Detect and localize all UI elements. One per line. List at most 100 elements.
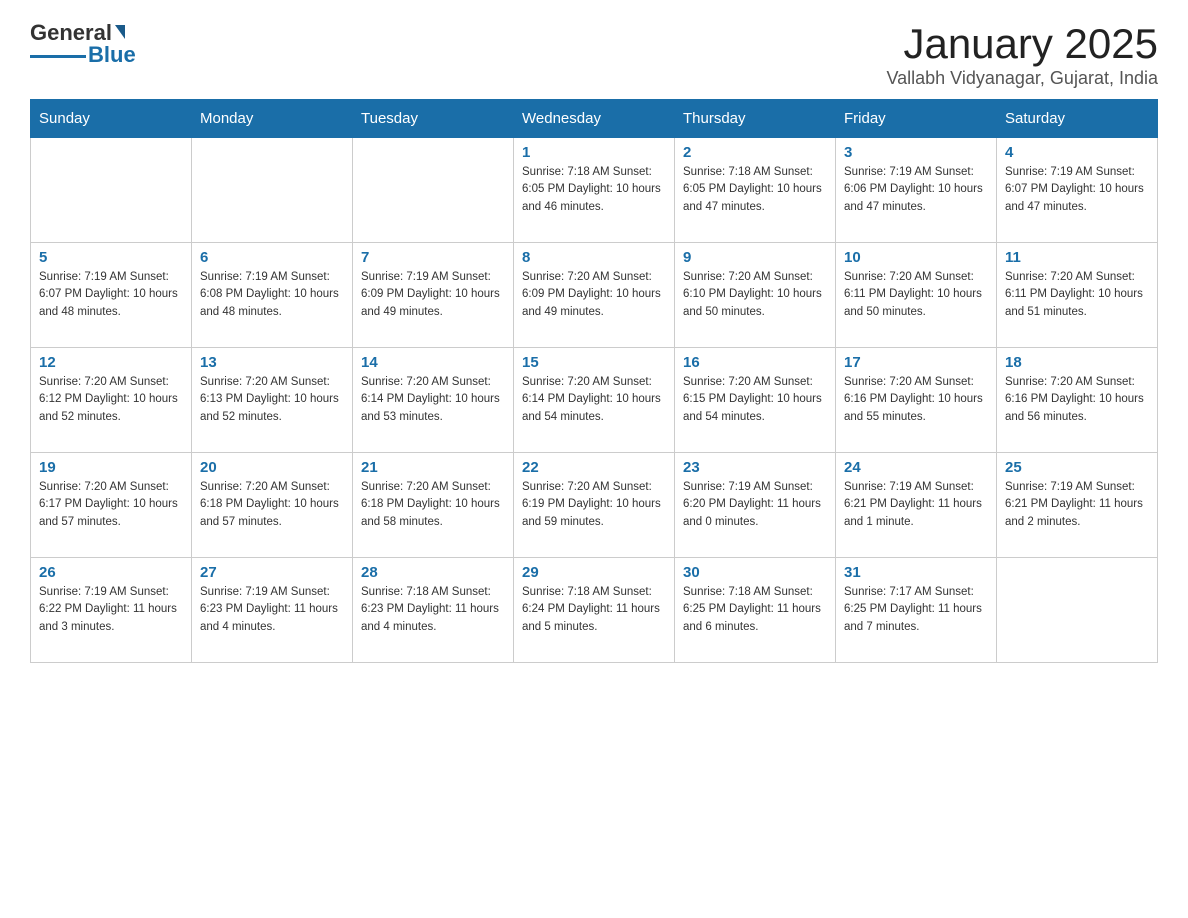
day-number: 17	[844, 354, 988, 371]
calendar-cell: 20 Sunrise: 7:20 AM Sunset: 6:18 PM Dayli…	[192, 453, 353, 558]
day-info: Sunrise: 7:19 AM Sunset: 6:23 PM Dayligh…	[200, 584, 344, 636]
day-number: 5	[39, 249, 183, 266]
day-header-friday: Friday	[836, 100, 997, 138]
day-info: Sunrise: 7:20 AM Sunset: 6:11 PM Dayligh…	[1005, 269, 1149, 321]
day-info: Sunrise: 7:20 AM Sunset: 6:18 PM Dayligh…	[361, 479, 505, 531]
calendar-cell: 11 Sunrise: 7:20 AM Sunset: 6:11 PM Dayli…	[997, 243, 1158, 348]
day-info: Sunrise: 7:20 AM Sunset: 6:13 PM Dayligh…	[200, 374, 344, 426]
day-number: 25	[1005, 459, 1149, 476]
day-number: 6	[200, 249, 344, 266]
day-info: Sunrise: 7:18 AM Sunset: 6:25 PM Dayligh…	[683, 584, 827, 636]
day-header-saturday: Saturday	[997, 100, 1158, 138]
day-info: Sunrise: 7:18 AM Sunset: 6:05 PM Dayligh…	[522, 164, 666, 216]
day-header-monday: Monday	[192, 100, 353, 138]
calendar-cell	[31, 138, 192, 243]
day-number: 2	[683, 144, 827, 161]
calendar-cell: 1 Sunrise: 7:18 AM Sunset: 6:05 PM Daylig…	[514, 138, 675, 243]
calendar-cell: 9 Sunrise: 7:20 AM Sunset: 6:10 PM Daylig…	[675, 243, 836, 348]
day-info: Sunrise: 7:20 AM Sunset: 6:19 PM Dayligh…	[522, 479, 666, 531]
day-info: Sunrise: 7:20 AM Sunset: 6:15 PM Dayligh…	[683, 374, 827, 426]
day-info: Sunrise: 7:20 AM Sunset: 6:14 PM Dayligh…	[361, 374, 505, 426]
calendar-cell: 4 Sunrise: 7:19 AM Sunset: 6:07 PM Daylig…	[997, 138, 1158, 243]
logo: General Blue	[30, 20, 136, 68]
day-number: 3	[844, 144, 988, 161]
day-info: Sunrise: 7:19 AM Sunset: 6:22 PM Dayligh…	[39, 584, 183, 636]
page-header: General Blue January 2025 Vallabh Vidyan…	[30, 20, 1158, 89]
calendar-week-row: 19 Sunrise: 7:20 AM Sunset: 6:17 PM Dayli…	[31, 453, 1158, 558]
day-info: Sunrise: 7:18 AM Sunset: 6:24 PM Dayligh…	[522, 584, 666, 636]
day-info: Sunrise: 7:20 AM Sunset: 6:12 PM Dayligh…	[39, 374, 183, 426]
calendar-cell: 15Sunrise: 7:20 AM Sunset: 6:14 PM Dayli…	[514, 348, 675, 453]
day-info: Sunrise: 7:19 AM Sunset: 6:20 PM Dayligh…	[683, 479, 827, 531]
day-number: 29	[522, 564, 666, 581]
day-header-sunday: Sunday	[31, 100, 192, 138]
day-header-tuesday: Tuesday	[353, 100, 514, 138]
calendar-cell: 28 Sunrise: 7:18 AM Sunset: 6:23 PM Dayli…	[353, 558, 514, 663]
day-number: 9	[683, 249, 827, 266]
day-number: 10	[844, 249, 988, 266]
logo-arrow-icon	[115, 25, 125, 39]
day-number: 4	[1005, 144, 1149, 161]
calendar-cell: 30 Sunrise: 7:18 AM Sunset: 6:25 PM Dayli…	[675, 558, 836, 663]
calendar-cell: 5 Sunrise: 7:19 AM Sunset: 6:07 PM Daylig…	[31, 243, 192, 348]
calendar-cell: 8 Sunrise: 7:20 AM Sunset: 6:09 PM Daylig…	[514, 243, 675, 348]
day-info: Sunrise: 7:19 AM Sunset: 6:06 PM Dayligh…	[844, 164, 988, 216]
calendar-cell: 22 Sunrise: 7:20 AM Sunset: 6:19 PM Dayli…	[514, 453, 675, 558]
day-number: 23	[683, 459, 827, 476]
day-number: 12	[39, 354, 183, 371]
day-number: 1	[522, 144, 666, 161]
day-number: 18	[1005, 354, 1149, 371]
calendar-cell: 19 Sunrise: 7:20 AM Sunset: 6:17 PM Dayli…	[31, 453, 192, 558]
day-number: 20	[200, 459, 344, 476]
day-number: 8	[522, 249, 666, 266]
day-info: Sunrise: 7:20 AM Sunset: 6:18 PM Dayligh…	[200, 479, 344, 531]
calendar-title: January 2025	[886, 20, 1158, 68]
day-info: Sunrise: 7:20 AM Sunset: 6:16 PM Dayligh…	[1005, 374, 1149, 426]
day-info: Sunrise: 7:19 AM Sunset: 6:21 PM Dayligh…	[844, 479, 988, 531]
day-number: 13	[200, 354, 344, 371]
logo-blue-text: Blue	[88, 42, 136, 68]
calendar-cell: 14Sunrise: 7:20 AM Sunset: 6:14 PM Dayli…	[353, 348, 514, 453]
day-number: 22	[522, 459, 666, 476]
calendar-cell	[353, 138, 514, 243]
day-number: 24	[844, 459, 988, 476]
calendar-cell: 21 Sunrise: 7:20 AM Sunset: 6:18 PM Dayli…	[353, 453, 514, 558]
day-info: Sunrise: 7:17 AM Sunset: 6:25 PM Dayligh…	[844, 584, 988, 636]
day-header-thursday: Thursday	[675, 100, 836, 138]
day-info: Sunrise: 7:19 AM Sunset: 6:08 PM Dayligh…	[200, 269, 344, 321]
day-number: 19	[39, 459, 183, 476]
day-number: 11	[1005, 249, 1149, 266]
day-info: Sunrise: 7:20 AM Sunset: 6:10 PM Dayligh…	[683, 269, 827, 321]
calendar-header-row: SundayMondayTuesdayWednesdayThursdayFrid…	[31, 100, 1158, 138]
calendar-cell: 24 Sunrise: 7:19 AM Sunset: 6:21 PM Dayli…	[836, 453, 997, 558]
day-info: Sunrise: 7:18 AM Sunset: 6:23 PM Dayligh…	[361, 584, 505, 636]
calendar-subtitle: Vallabh Vidyanagar, Gujarat, India	[886, 68, 1158, 89]
calendar-cell: 26 Sunrise: 7:19 AM Sunset: 6:22 PM Dayli…	[31, 558, 192, 663]
day-number: 21	[361, 459, 505, 476]
calendar-cell: 29 Sunrise: 7:18 AM Sunset: 6:24 PM Dayli…	[514, 558, 675, 663]
day-info: Sunrise: 7:18 AM Sunset: 6:05 PM Dayligh…	[683, 164, 827, 216]
day-number: 30	[683, 564, 827, 581]
calendar-cell: 13 Sunrise: 7:20 AM Sunset: 6:13 PM Dayli…	[192, 348, 353, 453]
day-info: Sunrise: 7:19 AM Sunset: 6:07 PM Dayligh…	[1005, 164, 1149, 216]
calendar-table: SundayMondayTuesdayWednesdayThursdayFrid…	[30, 99, 1158, 663]
day-number: 28	[361, 564, 505, 581]
calendar-cell: 23 Sunrise: 7:19 AM Sunset: 6:20 PM Dayli…	[675, 453, 836, 558]
calendar-cell: 16 Sunrise: 7:20 AM Sunset: 6:15 PM Dayli…	[675, 348, 836, 453]
calendar-cell: 31Sunrise: 7:17 AM Sunset: 6:25 PM Dayli…	[836, 558, 997, 663]
day-info: Sunrise: 7:20 AM Sunset: 6:17 PM Dayligh…	[39, 479, 183, 531]
day-number: 7	[361, 249, 505, 266]
calendar-cell: 18 Sunrise: 7:20 AM Sunset: 6:16 PM Dayli…	[997, 348, 1158, 453]
day-number: 27	[200, 564, 344, 581]
day-info: Sunrise: 7:20 AM Sunset: 6:09 PM Dayligh…	[522, 269, 666, 321]
calendar-cell	[192, 138, 353, 243]
day-number: 16	[683, 354, 827, 371]
day-info: Sunrise: 7:20 AM Sunset: 6:16 PM Dayligh…	[844, 374, 988, 426]
calendar-week-row: 1 Sunrise: 7:18 AM Sunset: 6:05 PM Daylig…	[31, 138, 1158, 243]
title-section: January 2025 Vallabh Vidyanagar, Gujarat…	[886, 20, 1158, 89]
day-number: 26	[39, 564, 183, 581]
day-info: Sunrise: 7:20 AM Sunset: 6:11 PM Dayligh…	[844, 269, 988, 321]
day-number: 15	[522, 354, 666, 371]
calendar-cell: 12 Sunrise: 7:20 AM Sunset: 6:12 PM Dayli…	[31, 348, 192, 453]
day-info: Sunrise: 7:19 AM Sunset: 6:07 PM Dayligh…	[39, 269, 183, 321]
